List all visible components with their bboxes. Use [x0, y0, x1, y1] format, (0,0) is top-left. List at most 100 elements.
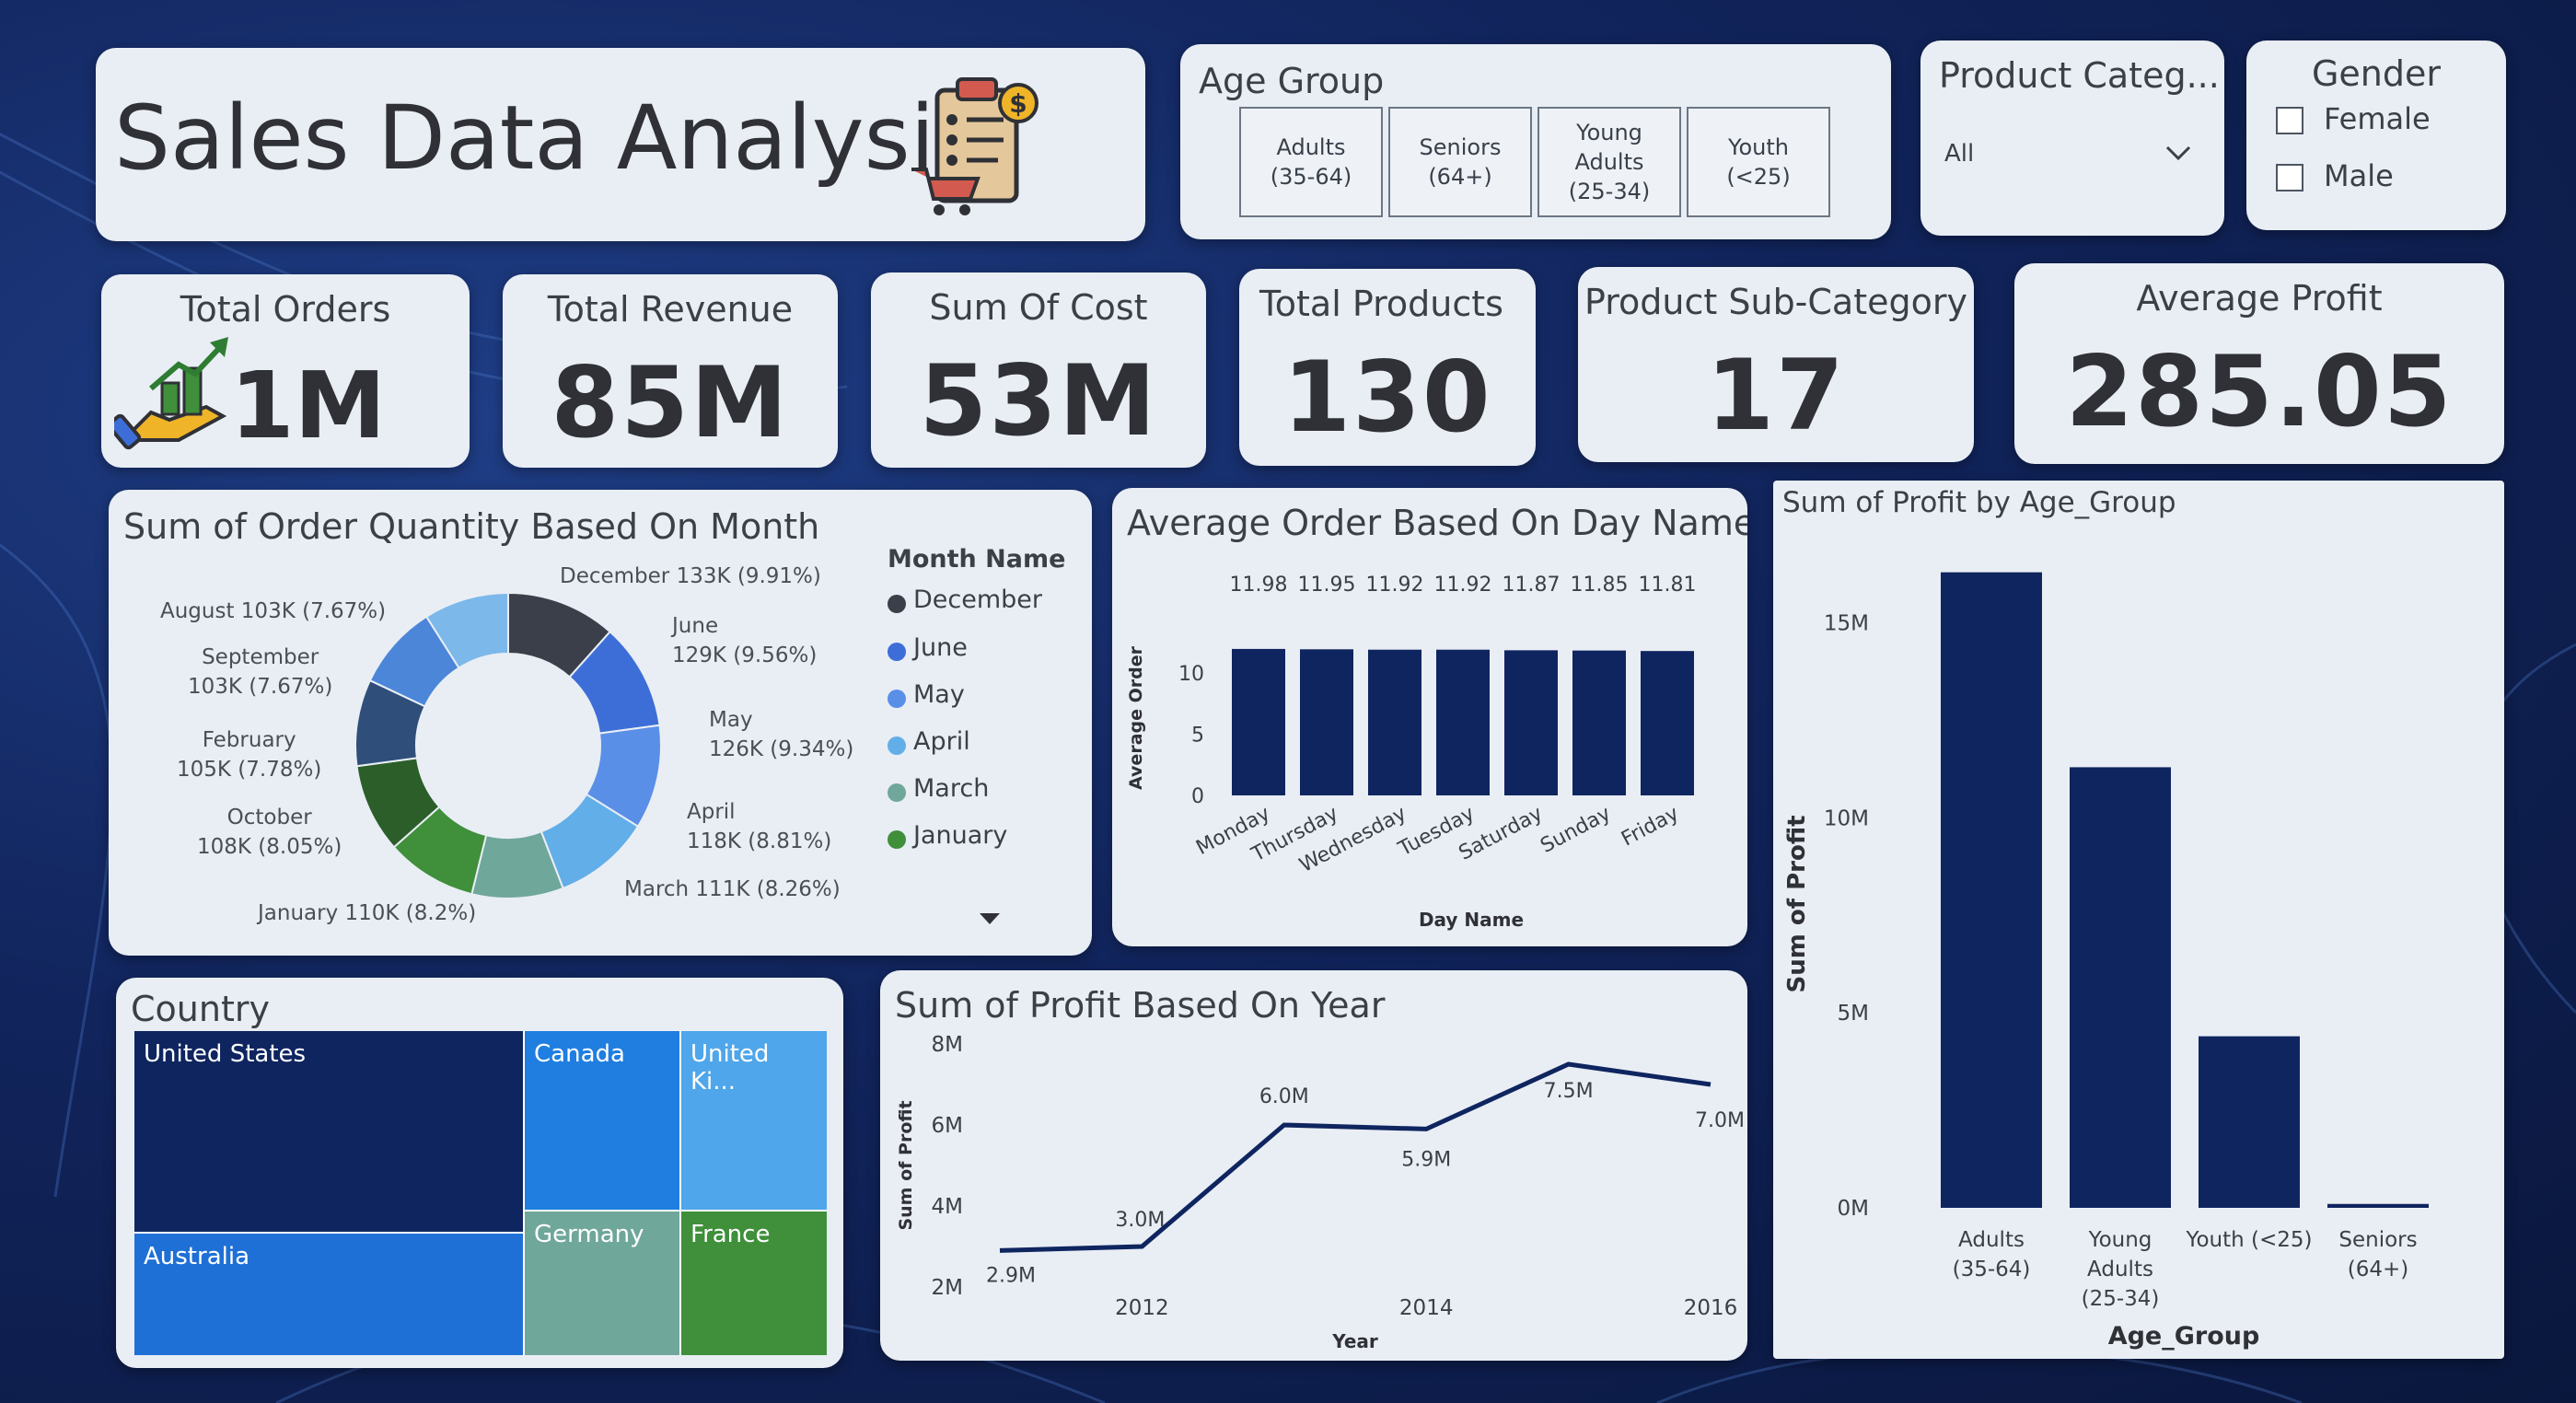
profit-year-line-svg: 2M 4M 6M 8M Sum of Profit 2012 2014 2016 Year 2.9… — [896, 1033, 1745, 1352]
page-title: Sales Data Analysis — [114, 87, 981, 190]
legend-scroll-down-icon[interactable] — [976, 910, 1004, 928]
country-title: Country — [131, 989, 270, 1029]
bar-value-label: 11.95 — [1298, 574, 1356, 597]
x-tick-label: Young — [2088, 1228, 2152, 1252]
donut-label-may: May 126K (9.34%) — [709, 708, 854, 761]
y-axis-label: Sum of Profit — [1783, 815, 1811, 992]
y-tick-label: 5M — [1838, 1002, 1869, 1026]
bar-value-label: 11.92 — [1434, 574, 1492, 597]
kpi-product-sub-category: Product Sub-Category 17 — [1578, 267, 1974, 462]
bar-friday[interactable] — [1641, 651, 1694, 795]
donut-label-september: September 103K (7.67%) — [188, 645, 333, 699]
product-category-title: Product Categ... — [1939, 55, 2220, 96]
age-group-slicer: Age Group Adults (35-64) Seniors (64+) Y… — [1180, 44, 1891, 239]
y-tick-label: 5 — [1191, 725, 1204, 748]
x-tick-label: 2012 — [1115, 1296, 1169, 1320]
product-category-slicer: Product Categ... All — [1920, 41, 2224, 236]
y-axis-label: Sum of Profit — [896, 1100, 916, 1230]
treemap-australia[interactable]: Australia — [134, 1232, 523, 1355]
y-tick-label: 4M — [932, 1195, 963, 1219]
x-tick-label: Friday — [1618, 802, 1683, 851]
legend-dot — [888, 595, 906, 613]
bar-sunday[interactable] — [1572, 650, 1626, 795]
chevron-down-icon — [2165, 145, 2191, 161]
x-tick-label: Adults — [1958, 1228, 2025, 1252]
x-tick-label: (35-64) — [1953, 1258, 2031, 1281]
bar-monday[interactable] — [1232, 648, 1285, 795]
donut-label-april: April 118K (8.81%) — [687, 800, 832, 853]
treemap-france[interactable]: France — [679, 1210, 827, 1355]
bar-wednesday[interactable] — [1368, 649, 1421, 795]
age-bar-1[interactable] — [2070, 767, 2171, 1208]
x-tick-label: 2016 — [1684, 1296, 1738, 1320]
point-label: 6.0M — [1259, 1085, 1309, 1108]
legend-label: March — [913, 774, 990, 803]
age-bar-3[interactable] — [2327, 1203, 2429, 1208]
female-checkbox[interactable] — [2276, 107, 2303, 134]
y-tick-label: 10M — [1824, 806, 1869, 830]
profit-by-year-chart: Sum of Profit Based On Year 2M 4M 6M 8M Sum … — [880, 970, 1747, 1361]
x-axis-label: Year — [1331, 1330, 1378, 1352]
legend-label: June — [913, 633, 968, 662]
y-tick-label: 8M — [932, 1033, 963, 1057]
treemap-united-states[interactable]: United States — [134, 1031, 523, 1232]
profit-line[interactable] — [999, 1061, 1712, 1253]
kpi-product-sub-category-label: Product Sub-Category — [1584, 282, 1967, 322]
donut-label-february: February 105K (7.78%) — [177, 728, 322, 782]
male-checkbox[interactable] — [2276, 164, 2303, 191]
point-label: 5.9M — [1401, 1148, 1451, 1171]
age-bar-2[interactable] — [2199, 1036, 2300, 1208]
bar-value-label: 11.85 — [1571, 574, 1629, 597]
order-quantity-by-month-chart: Sum of Order Quantity Based On Month Dec… — [109, 490, 1092, 956]
kpi-total-revenue: Total Revenue 85M — [503, 274, 838, 468]
x-tick-label: (64+) — [2348, 1258, 2408, 1281]
donut-label-october: October 108K (8.05%) — [197, 806, 342, 859]
x-axis-label: Age_Group — [2108, 1322, 2260, 1351]
y-tick-label: 10 — [1178, 663, 1204, 686]
legend-dot — [888, 690, 906, 708]
age-option-young-adults[interactable]: Young Adults (25-34) — [1537, 107, 1681, 217]
y-tick-label: 6M — [932, 1114, 963, 1138]
profit-by-age-group-chart: Sum of Profit by Age_Group 0M 5M 10M 15M Sum… — [1773, 481, 2504, 1359]
donut-label-august: August 103K (7.67%) — [160, 599, 387, 623]
age-option-youth[interactable]: Youth (<25) — [1687, 107, 1830, 217]
kpi-total-orders: Total Orders 1M — [101, 274, 470, 468]
gender-title: Gender — [2311, 53, 2442, 94]
x-axis-label: Day Name — [1419, 909, 1524, 931]
kpi-total-products: Total Products 130 — [1239, 269, 1536, 466]
kpi-total-orders-label: Total Orders — [180, 289, 391, 330]
donut-label-june: June 129K (9.56%) — [672, 614, 818, 667]
legend-dot — [888, 643, 906, 661]
kpi-total-products-label: Total Products — [1259, 284, 1503, 324]
treemap-united-kingdom[interactable]: United Ki... — [679, 1031, 827, 1210]
hand-growth-icon — [114, 337, 228, 450]
age-bar-0[interactable] — [1941, 572, 2042, 1208]
bar-saturday[interactable] — [1504, 650, 1558, 795]
treemap-germany[interactable]: Germany — [523, 1210, 679, 1355]
bar-thursday[interactable] — [1300, 649, 1353, 795]
bar-value-label: 11.87 — [1503, 574, 1561, 597]
age-group-title: Age Group — [1199, 61, 1385, 101]
age-option-seniors[interactable]: Seniors (64+) — [1388, 107, 1532, 217]
gender-slicer: Gender Female Male — [2246, 41, 2506, 230]
y-tick-label: 0 — [1191, 785, 1204, 808]
header-panel: Sales Data Analysis $ — [96, 48, 1145, 241]
bar-tuesday[interactable] — [1436, 649, 1490, 795]
kpi-sum-of-cost: Sum Of Cost 53M — [871, 272, 1206, 468]
day-bars-svg: 0510Average Order11.98Monday11.95Thursda… — [1126, 574, 1696, 931]
kpi-total-revenue-label: Total Revenue — [547, 289, 794, 330]
donut-label-december: December 133K (9.91%) — [560, 564, 821, 588]
treemap-canada[interactable]: Canada — [523, 1031, 679, 1210]
x-tick-label: Youth (<25) — [2185, 1228, 2312, 1252]
age-option-adults[interactable]: Adults (35-64) — [1239, 107, 1383, 217]
x-tick-label: 2014 — [1399, 1296, 1454, 1320]
legend-dot — [888, 783, 906, 802]
svg-text:$: $ — [1009, 88, 1027, 119]
product-category-dropdown[interactable]: All — [1939, 129, 2206, 182]
product-category-selected: All — [1944, 140, 1975, 168]
kpi-total-revenue-value: 85M — [551, 346, 790, 459]
bar-value-label: 11.98 — [1230, 574, 1288, 597]
point-label: 3.0M — [1115, 1209, 1165, 1232]
kpi-total-products-value: 130 — [1282, 341, 1492, 454]
average-order-by-day-chart: Average Order Based On Day Name 0 5 10 Aver… — [1112, 488, 1747, 946]
